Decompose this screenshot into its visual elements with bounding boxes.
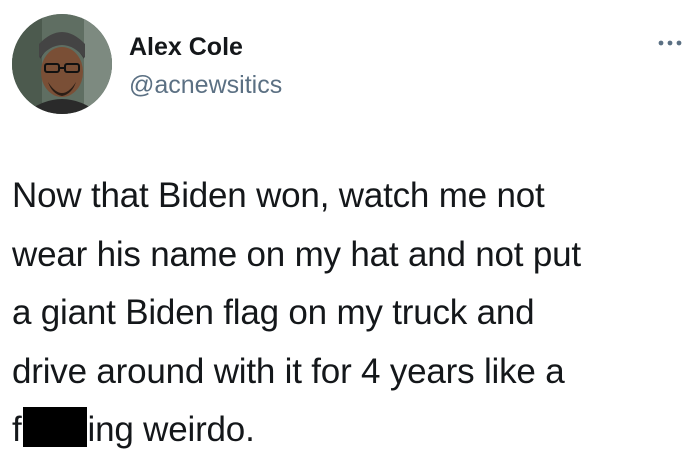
- tweet-text-prefix: f: [12, 410, 22, 449]
- avatar[interactable]: [12, 14, 112, 114]
- redaction-bar: [22, 407, 87, 447]
- author-handle[interactable]: @acnewsitics: [129, 70, 282, 100]
- tweet-text-line-3: a giant Biden flag on my truck and: [12, 293, 535, 332]
- more-horizontal-icon[interactable]: [658, 36, 682, 50]
- tweet-card: Alex Cole @acnewsitics Now that Biden wo…: [0, 0, 700, 471]
- author-name[interactable]: Alex Cole: [129, 32, 243, 62]
- tweet-text-line-2: wear his name on my hat and not put: [12, 234, 581, 274]
- tweet-text-line-4: drive around with it for 4 years like a: [12, 351, 565, 391]
- tweet-text-line-5: f ing weirdo.: [12, 401, 692, 460]
- tweet-text-suffix: ing weirdo.: [87, 410, 255, 449]
- tweet-text-line-1: Now that Biden won, watch me not: [12, 176, 545, 215]
- tweet-text: Now that Biden won, watch me not wear hi…: [12, 167, 692, 460]
